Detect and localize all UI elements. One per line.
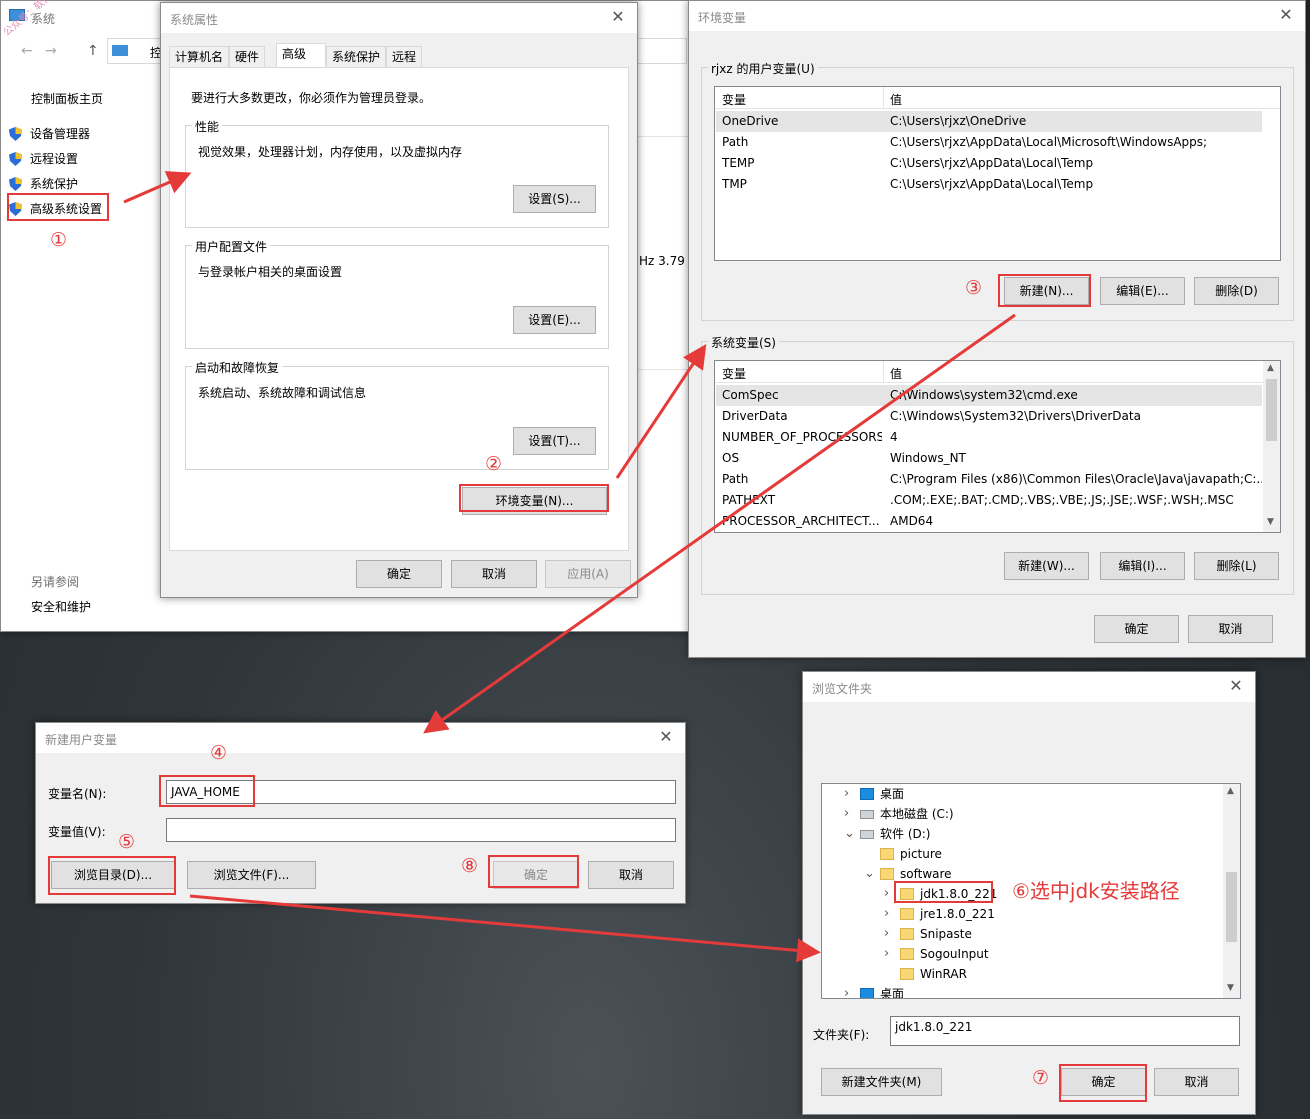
annotation-arrows — [123, 171, 1016, 963]
arrow-to-browse-dialog — [189, 894, 821, 963]
arrow-to-performance — [123, 171, 192, 204]
arrow-to-new-variable-dialog — [423, 313, 1016, 734]
arrow-to-system-variables — [615, 344, 707, 479]
